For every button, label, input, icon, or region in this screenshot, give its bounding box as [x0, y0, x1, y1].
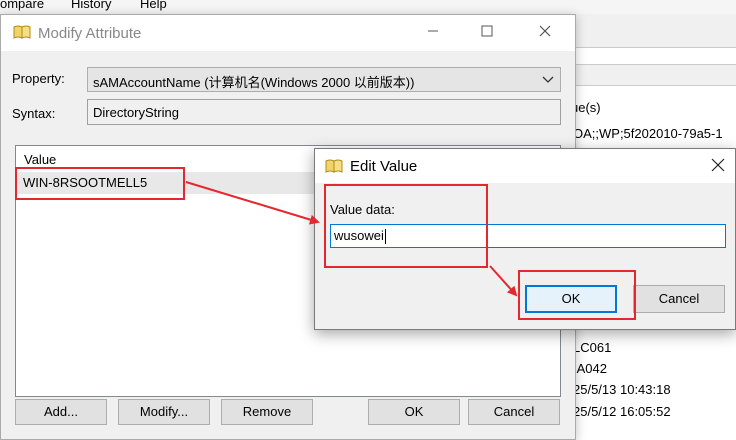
arrow-to-edit-input	[185, 181, 320, 225]
arrow-to-ok	[489, 265, 518, 297]
annotation-arrows	[185, 181, 518, 297]
